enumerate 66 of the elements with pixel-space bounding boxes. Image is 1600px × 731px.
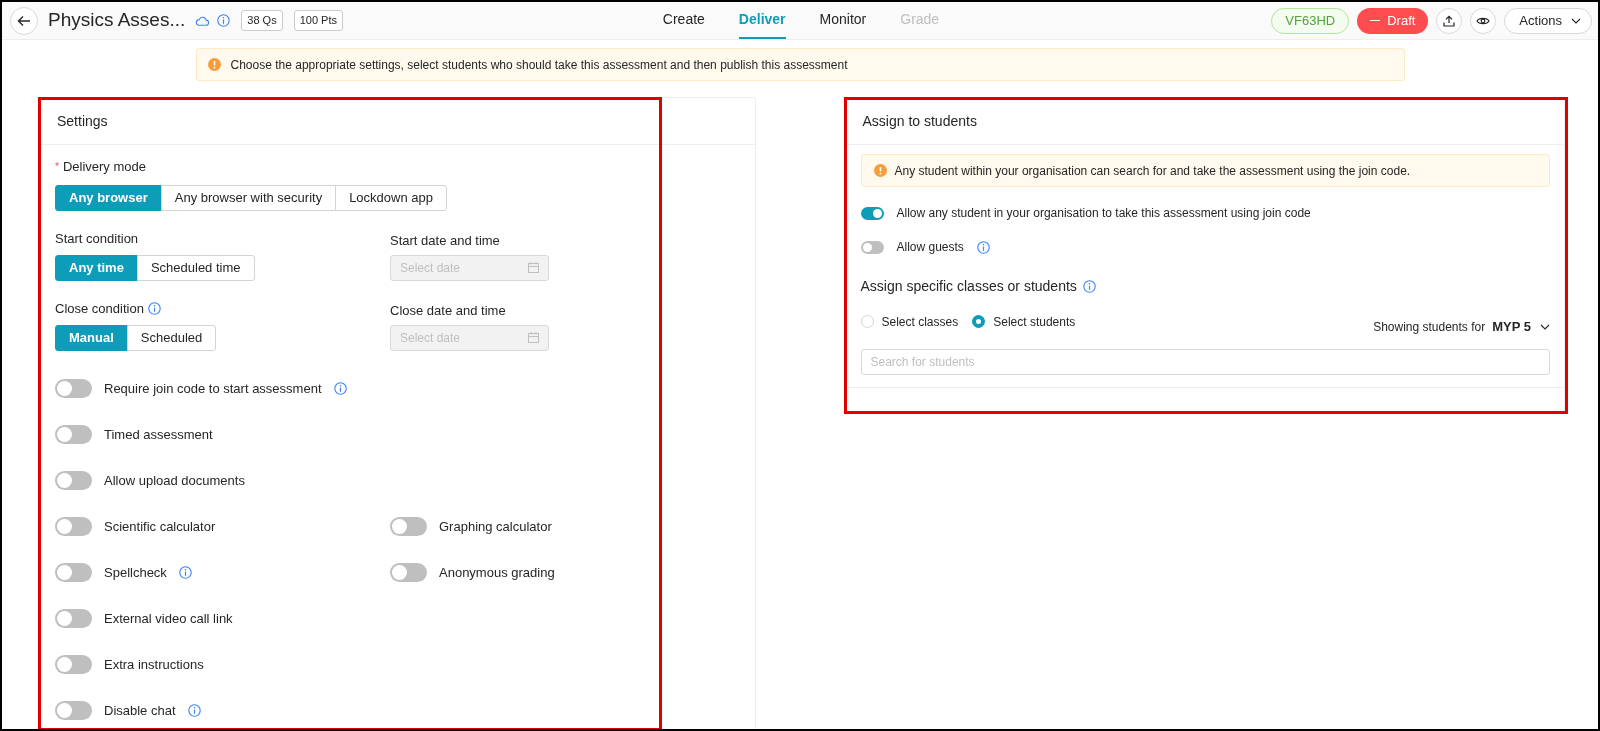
toggle-switch[interactable] bbox=[55, 379, 92, 398]
upload-button[interactable] bbox=[1436, 7, 1463, 34]
toggle-label: Anonymous grading bbox=[439, 563, 555, 582]
toggle-label: External video call link bbox=[104, 609, 233, 628]
field-label: Start condition bbox=[55, 229, 139, 248]
toggle-switch[interactable] bbox=[55, 655, 92, 674]
toggle-label: Timed assessment bbox=[104, 425, 213, 444]
chevron-down-icon bbox=[1571, 17, 1581, 24]
search-field[interactable]: Search for students bbox=[860, 348, 1550, 375]
eye-icon bbox=[1476, 15, 1491, 26]
segment-tab[interactable]: Lockdown app bbox=[335, 184, 447, 211]
back-arrow-icon bbox=[17, 14, 31, 27]
toggle-label: Spellcheck bbox=[104, 563, 167, 582]
toggle-label: Graphing calculator bbox=[439, 517, 552, 536]
toggle-label: Disable chat bbox=[104, 701, 176, 720]
toggle-switch[interactable] bbox=[55, 701, 92, 720]
nav-tab[interactable]: Create bbox=[662, 2, 705, 39]
calendar-icon bbox=[528, 332, 539, 343]
toggle-switch[interactable] bbox=[390, 563, 427, 582]
chevron-down-icon bbox=[1540, 323, 1550, 330]
actions-button[interactable]: Actions bbox=[1504, 7, 1592, 34]
filter-label: Showing students for bbox=[1373, 318, 1486, 336]
toggle-switch[interactable] bbox=[55, 563, 92, 582]
toggle-switch[interactable] bbox=[860, 240, 884, 254]
nav-tab[interactable]: Monitor bbox=[819, 2, 867, 39]
notice-text: Any student within your organisation can search for and take the assessment using the join code. bbox=[894, 162, 1411, 180]
upload-icon bbox=[1443, 14, 1456, 27]
warning-icon bbox=[873, 164, 887, 177]
info-icon bbox=[217, 14, 231, 27]
toggle-label: Extra instructions bbox=[104, 655, 204, 674]
toggle-label: Scientific calculator bbox=[104, 517, 216, 536]
warning-icon bbox=[207, 58, 221, 71]
field-label: Close date and time bbox=[390, 301, 507, 317]
toggle-switch[interactable] bbox=[55, 609, 92, 628]
card-title: Settings bbox=[41, 98, 755, 145]
segment-tab[interactable]: Any browser with security bbox=[160, 184, 337, 211]
card-title: Assign to students bbox=[846, 98, 1564, 145]
toggle-switch[interactable] bbox=[390, 517, 427, 536]
radio-option[interactable]: Select students bbox=[972, 312, 1076, 331]
section-title: Assign specific classes or students bbox=[860, 277, 1077, 296]
calendar-icon bbox=[528, 262, 539, 273]
count-badge: 38 Qs bbox=[241, 10, 283, 31]
toggle-switch[interactable] bbox=[55, 471, 92, 490]
toggle-label: Allow guests bbox=[896, 239, 964, 256]
toggle-switch[interactable] bbox=[55, 425, 92, 444]
toggle-switch[interactable] bbox=[55, 517, 92, 536]
toggle-label: Require join code to start assessment bbox=[104, 379, 322, 398]
field-label: Delivery mode bbox=[62, 158, 146, 176]
dash-icon bbox=[1370, 19, 1381, 22]
cloud-icon bbox=[195, 15, 210, 26]
banner-text: Choose the appropriate settings, select students who should take this assessment and then publish this assessment bbox=[230, 56, 848, 74]
count-badge: 100 Pts bbox=[293, 10, 343, 31]
preview-button[interactable] bbox=[1470, 7, 1497, 34]
join-code-badge: VF63HD bbox=[1271, 7, 1350, 34]
field-label: Close condition bbox=[55, 299, 144, 318]
toggle-label: Allow upload documents bbox=[104, 471, 245, 490]
radio-option[interactable]: Select classes bbox=[860, 312, 959, 331]
back-button[interactable] bbox=[10, 6, 38, 35]
assessment-title: Physics Asses... bbox=[48, 8, 186, 33]
required-asterisk: * bbox=[55, 160, 59, 175]
toggle-switch[interactable] bbox=[860, 206, 884, 220]
segment-tab[interactable]: Scheduled bbox=[126, 324, 217, 351]
class-dropdown[interactable]: MYP 5 bbox=[1492, 317, 1550, 337]
toggle-label: Allow any student in your organisation to take this assessment using join code bbox=[896, 205, 1311, 222]
segment-tab[interactable]: Scheduled time bbox=[136, 254, 255, 281]
field-label: Start date and time bbox=[390, 231, 501, 247]
